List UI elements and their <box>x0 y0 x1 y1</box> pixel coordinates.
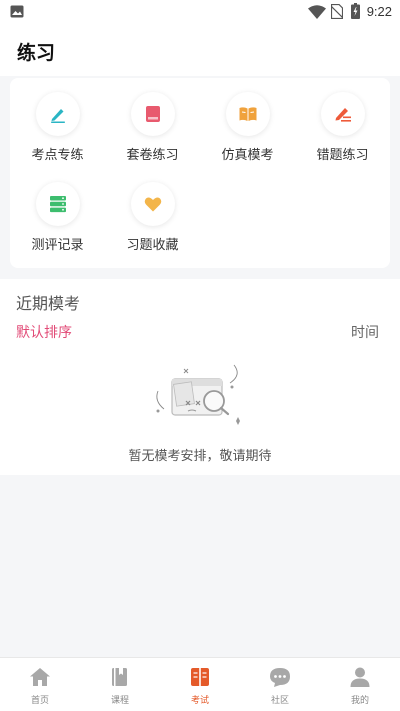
gallery-icon <box>10 5 24 18</box>
no-sim-icon <box>331 4 343 19</box>
tab-community[interactable]: 社区 <box>240 658 320 711</box>
recent-exams-section: 近期模考 默认排序 时间 暂无模考安排，敬请期待 <box>0 279 400 475</box>
practice-item-records[interactable]: 测评记录 <box>10 168 105 253</box>
practice-grid-card: 考点专练 套卷练习 仿真模考 错题练习 测评记录 习题收藏 <box>10 78 390 268</box>
tab-profile[interactable]: 我的 <box>320 658 400 711</box>
status-bar: 9:22 <box>0 0 400 24</box>
heart-icon <box>144 197 162 212</box>
practice-item-paper[interactable]: 套卷练习 <box>105 78 200 163</box>
empty-state-text: 暂无模考安排，敬请期待 <box>128 449 272 464</box>
practice-item-label: 测评记录 <box>31 238 84 253</box>
empty-state-illustration <box>156 364 240 425</box>
exam-icon <box>191 668 209 686</box>
practice-item-label: 仿真模考 <box>221 148 274 163</box>
tab-label: 考试 <box>190 696 209 706</box>
practice-item-favorites[interactable]: 习题收藏 <box>105 168 200 253</box>
bottom-tab-bar: 首页 课程 考试 社区 我的 <box>0 657 400 711</box>
content-background <box>0 475 400 657</box>
course-book-icon <box>112 668 127 686</box>
page-header: 练习 <box>0 24 400 76</box>
wifi-icon <box>308 5 326 19</box>
practice-item-label: 错题练习 <box>316 148 369 163</box>
tab-home[interactable]: 首页 <box>0 658 80 711</box>
section-title: 近期模考 <box>16 294 81 313</box>
open-book-icon <box>239 107 257 121</box>
practice-item-mock[interactable]: 仿真模考 <box>200 78 295 163</box>
practice-item-topic[interactable]: 考点专练 <box>10 78 105 163</box>
tab-label: 首页 <box>30 696 49 706</box>
tab-label: 课程 <box>110 696 129 706</box>
person-icon <box>350 667 370 687</box>
status-time: 9:22 <box>366 4 392 19</box>
practice-item-label: 套卷练习 <box>126 148 179 163</box>
book-icon <box>146 106 160 122</box>
tab-label: 我的 <box>350 696 369 706</box>
practice-item-label: 习题收藏 <box>126 238 179 253</box>
tab-course[interactable]: 课程 <box>80 658 160 711</box>
battery-charging-icon <box>351 3 360 19</box>
default-sort-button[interactable]: 默认排序 <box>16 322 72 342</box>
pencil-icon <box>335 108 351 122</box>
chat-icon <box>270 668 290 687</box>
server-icon <box>50 196 66 213</box>
tab-label: 社区 <box>270 696 289 706</box>
time-sort-button[interactable]: 时间 <box>351 322 379 342</box>
practice-item-mistakes[interactable]: 错题练习 <box>295 78 390 163</box>
page-title: 练习 <box>17 42 56 64</box>
tab-exam[interactable]: 考试 <box>160 658 240 711</box>
pen-icon <box>51 109 65 123</box>
practice-item-label: 考点专练 <box>31 148 84 163</box>
home-icon <box>30 668 50 686</box>
